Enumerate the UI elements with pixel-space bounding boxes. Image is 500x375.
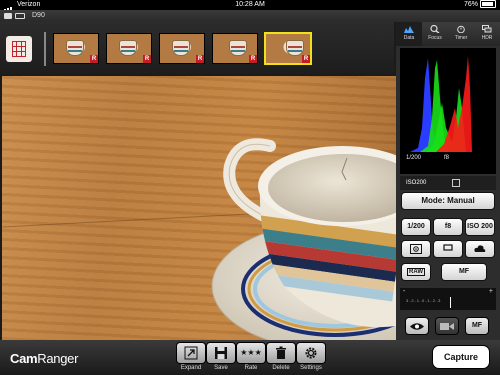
drive-mode-button[interactable] bbox=[434, 241, 462, 257]
magnifier-icon bbox=[430, 25, 440, 33]
exposure-compensation-slider[interactable]: - + 3..2..1..0..1..2..3 bbox=[400, 288, 496, 310]
thumbnail[interactable]: R bbox=[213, 34, 257, 63]
hdr-stack-icon bbox=[482, 25, 492, 33]
camera-bar: D90 bbox=[0, 10, 500, 22]
expand-icon bbox=[184, 346, 198, 360]
metering-mode-icon bbox=[410, 244, 422, 254]
video-button[interactable] bbox=[436, 318, 458, 334]
battery-icon bbox=[480, 0, 496, 9]
tab-label: HDR bbox=[481, 35, 493, 41]
tab-label: Focus bbox=[428, 35, 442, 41]
grid-icon bbox=[12, 41, 26, 57]
tab-timer[interactable]: Timer bbox=[448, 22, 474, 46]
expand-button[interactable] bbox=[177, 343, 205, 363]
save-icon bbox=[215, 347, 227, 359]
histogram-aperture: f8 bbox=[444, 155, 450, 161]
rate-label: Rate bbox=[244, 365, 258, 371]
thumbnail[interactable]: R bbox=[107, 34, 151, 63]
histogram-icon bbox=[404, 26, 414, 33]
tab-hdr[interactable]: HDR bbox=[474, 22, 500, 46]
tab-label: Timer bbox=[454, 35, 468, 41]
raw-badge: R bbox=[90, 55, 98, 63]
iso-button[interactable]: ISO 200 bbox=[466, 219, 494, 235]
single-shot-icon bbox=[443, 244, 453, 251]
bottom-toolbar: CamRanger Expand Save ★★★ Rate Delete Se… bbox=[0, 340, 500, 375]
right-panel: Data Focus Timer HDR 1/200 f8 ISO200 Mod… bbox=[396, 22, 500, 340]
battery-group: 76% bbox=[464, 0, 496, 10]
star-rating-icon: ★★★ bbox=[240, 348, 262, 357]
tab-label: Data bbox=[403, 35, 415, 41]
ev-plus: + bbox=[488, 288, 493, 295]
battery-percent: 76% bbox=[463, 1, 478, 8]
histogram-shutter: 1/200 bbox=[406, 155, 422, 161]
gear-icon bbox=[305, 347, 317, 359]
raw-badge: R bbox=[302, 55, 310, 63]
logo-cam: Cam bbox=[10, 351, 38, 366]
thumbnail[interactable]: R bbox=[160, 34, 204, 63]
shutter-button[interactable]: 1/200 bbox=[402, 219, 430, 235]
metering-button[interactable] bbox=[402, 241, 430, 257]
eye-icon bbox=[410, 323, 424, 330]
tab-data[interactable]: Data bbox=[396, 22, 422, 46]
raw-format-button[interactable]: RAW bbox=[402, 264, 430, 280]
ev-scale: 3..2..1..0..1..2..3 bbox=[406, 298, 441, 303]
settings-label: Settings bbox=[300, 365, 322, 371]
clock: 10:28 AM bbox=[235, 1, 265, 8]
settings-button[interactable] bbox=[297, 343, 325, 363]
thumbnail-cup bbox=[66, 40, 84, 56]
divider bbox=[44, 32, 46, 66]
video-camera-icon bbox=[440, 323, 454, 330]
white-balance-button[interactable] bbox=[466, 241, 494, 257]
histogram: 1/200 f8 bbox=[400, 48, 496, 174]
thumbnail-cup bbox=[172, 40, 190, 56]
thumbnail-cup bbox=[119, 40, 137, 56]
aperture-button[interactable]: f8 bbox=[434, 219, 462, 235]
thumbnail-selected[interactable]: R bbox=[266, 34, 310, 63]
expand-label: Expand bbox=[180, 365, 202, 371]
camranger-logo: CamRanger bbox=[10, 351, 78, 366]
capture-button[interactable]: Capture bbox=[433, 346, 489, 368]
focus-mode-button[interactable]: MF bbox=[442, 264, 486, 280]
camera-icon bbox=[4, 13, 12, 19]
delete-label: Delete bbox=[272, 365, 290, 371]
raw-label: RAW bbox=[407, 268, 425, 276]
rate-button[interactable]: ★★★ bbox=[237, 343, 265, 363]
iso-row: ISO200 bbox=[400, 176, 496, 190]
raw-badge: R bbox=[196, 55, 204, 63]
metering-icon bbox=[452, 179, 460, 187]
ev-minus: - bbox=[403, 288, 406, 295]
live-view-button[interactable] bbox=[406, 318, 428, 334]
save-button[interactable] bbox=[207, 343, 235, 363]
tab-focus[interactable]: Focus bbox=[422, 22, 448, 46]
trash-icon bbox=[276, 346, 286, 359]
thumbnail-strip: R R R R R bbox=[0, 22, 394, 74]
thumbnail-cup bbox=[229, 40, 247, 56]
status-bar: Verizon 10:28 AM 76% bbox=[0, 0, 500, 22]
thumbnail-cup bbox=[286, 40, 304, 56]
memory-card-icon bbox=[15, 13, 25, 19]
mode-button[interactable]: Mode: Manual bbox=[402, 193, 494, 209]
raw-badge: R bbox=[143, 55, 151, 63]
ev-needle bbox=[450, 297, 451, 308]
grid-view-button[interactable] bbox=[6, 36, 32, 62]
raw-badge: R bbox=[249, 55, 257, 63]
delete-button[interactable] bbox=[267, 343, 295, 363]
cloud-icon bbox=[474, 245, 486, 252]
histogram-iso: ISO200 bbox=[406, 180, 427, 186]
logo-ranger: Ranger bbox=[37, 351, 79, 366]
panel-tabs: Data Focus Timer HDR bbox=[396, 22, 500, 46]
histogram-plot bbox=[410, 56, 472, 152]
thumbnail[interactable]: R bbox=[54, 34, 98, 63]
stopwatch-icon bbox=[457, 25, 465, 33]
cup-on-saucer bbox=[211, 138, 396, 340]
camera-name: D90 bbox=[32, 12, 45, 19]
mf-button[interactable]: MF bbox=[466, 318, 488, 334]
save-label: Save bbox=[214, 365, 228, 371]
live-view-image[interactable] bbox=[2, 76, 396, 340]
